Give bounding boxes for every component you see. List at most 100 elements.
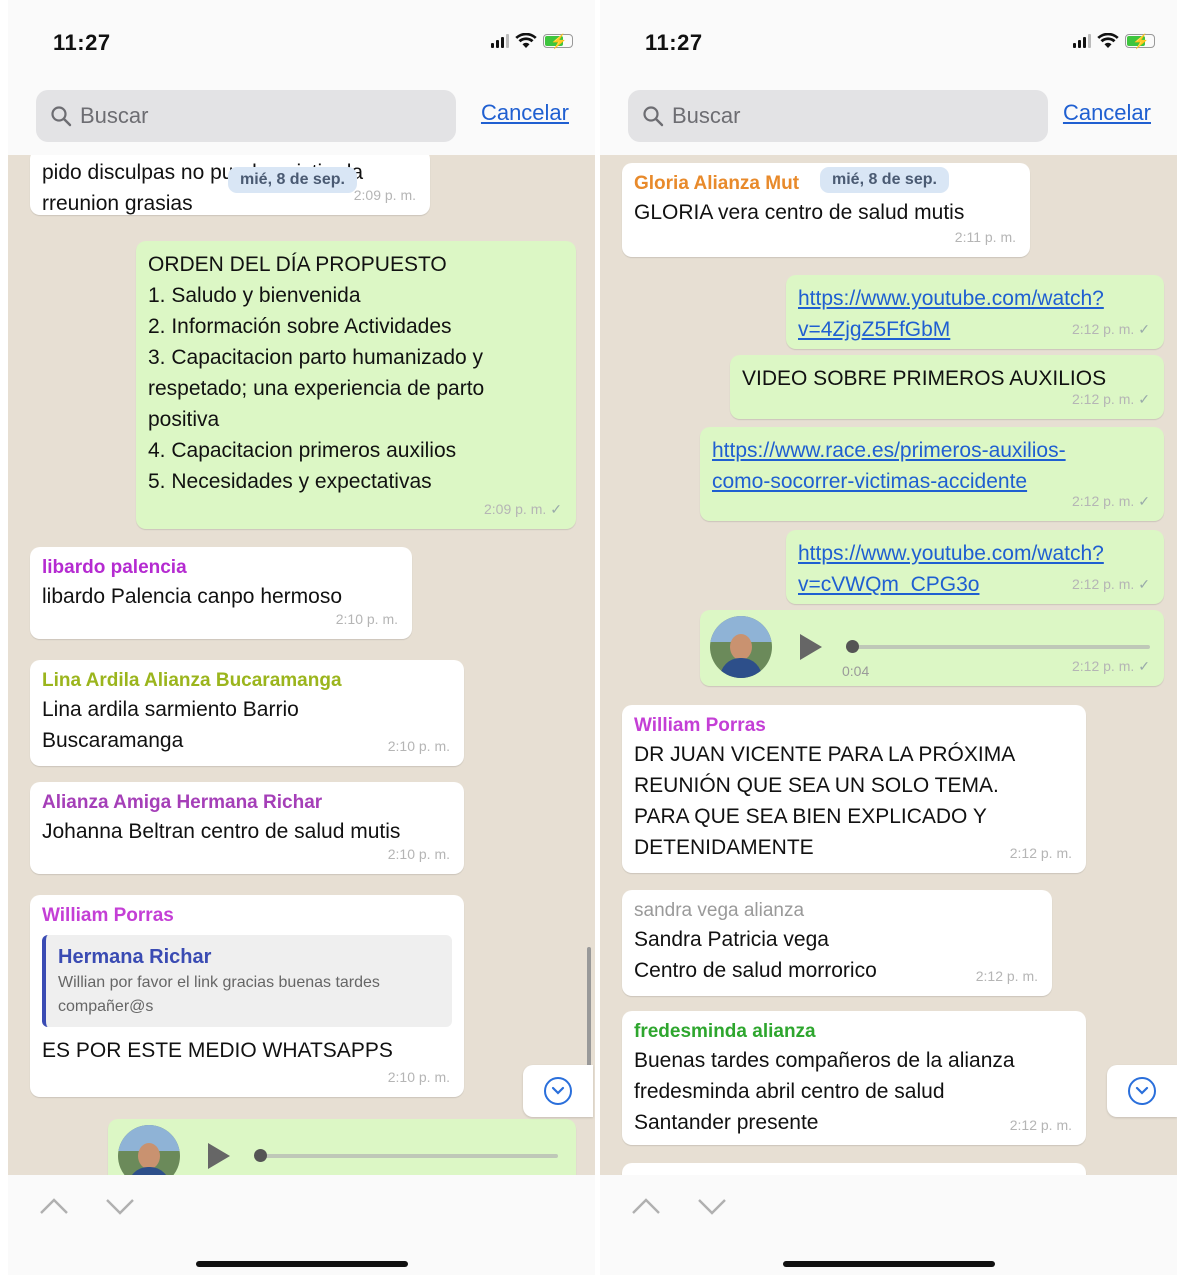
search-input[interactable]: Buscar <box>628 90 1048 142</box>
chevron-down-icon <box>544 1077 572 1105</box>
message-time: 2:12 p. m. <box>975 968 1038 984</box>
battery-icon: ⚡ <box>543 33 573 49</box>
message-link[interactable]: https://www.youtube.com/watch? <box>798 538 1152 569</box>
message-incoming[interactable]: Lina Ardila Alianza Bucaramanga Lina ard… <box>30 660 464 766</box>
chat-area[interactable]: Gloria Alianza Mut GLORIA vera centro de… <box>600 155 1177 1175</box>
play-icon[interactable] <box>800 634 822 660</box>
search-icon <box>643 106 664 127</box>
message-time: 2:12 p. m. ✓ <box>1072 576 1150 592</box>
message-outgoing[interactable]: ORDEN DEL DÍA PROPUESTO 1. Saludo y bien… <box>136 241 576 529</box>
message-sender[interactable]: sandra vega alianza <box>634 898 1040 924</box>
message-time: 2:10 p. m. <box>387 738 450 754</box>
message-incoming[interactable]: libardo palencia libardo Palencia canpo … <box>30 547 412 639</box>
date-chip: mié, 8 de sep. <box>228 167 357 193</box>
chevron-up-icon[interactable] <box>630 1195 662 1217</box>
status-time: 11:27 <box>645 30 703 55</box>
audio-progress[interactable] <box>846 640 1150 653</box>
message-text: Lina ardila sarmiento Barrio <box>42 698 299 721</box>
message-sender[interactable]: Alianza Amiga Hermana Richar <box>42 790 452 816</box>
signal-icon <box>491 34 509 48</box>
message-line: 1. Saludo y bienvenida <box>148 284 361 307</box>
message-line: DETENIDAMENTE <box>634 836 814 859</box>
message-link[interactable]: https://www.youtube.com/watch? <box>798 283 1152 314</box>
search-input[interactable]: Buscar <box>36 90 456 142</box>
audio-duration: 0:04 <box>842 663 870 679</box>
message-time: 2:12 p. m. ✓ <box>1072 321 1150 337</box>
search-row: Buscar Cancelar <box>8 90 595 146</box>
message-incoming[interactable]: fredesminda alianza Buenas tardes compañ… <box>622 1011 1086 1145</box>
play-icon[interactable] <box>208 1143 230 1169</box>
audio-scrubber[interactable] <box>254 1149 267 1162</box>
status-icons: ⚡ <box>491 33 573 49</box>
checkmark-icon: ✓ <box>1138 493 1150 509</box>
message-line: fredesminda abril centro de salud <box>634 1080 945 1103</box>
message-sender[interactable]: fredesminda alianza <box>634 1019 1074 1045</box>
checkmark-icon: ✓ <box>1138 391 1150 407</box>
message-time: 2:10 p. m. <box>335 611 398 627</box>
message-incoming-partial[interactable] <box>622 1163 1086 1175</box>
signal-icon <box>1073 34 1091 48</box>
message-line: 3. Capacitacion parto humanizado y <box>148 346 484 369</box>
avatar <box>118 1125 180 1175</box>
avatar <box>710 616 772 678</box>
scroll-down-button[interactable] <box>1107 1065 1177 1117</box>
wifi-icon <box>515 33 537 48</box>
message-time: 2:12 p. m. <box>1009 1117 1072 1133</box>
message-time: 2:09 p. m. ✓ <box>484 501 562 517</box>
battery-icon: ⚡ <box>1125 33 1155 49</box>
message-line: Buenas tardes compañeros de la alianza <box>634 1049 1015 1072</box>
quoted-text: Willian por favor el link gracias buenas… <box>58 974 380 1015</box>
message-incoming[interactable]: Alianza Amiga Hermana Richar Johanna Bel… <box>30 782 464 874</box>
message-line: respetado; una experiencia de parto <box>148 377 485 400</box>
message-incoming[interactable]: sandra vega alianza Sandra Patricia vega… <box>622 890 1052 996</box>
chevron-up-icon[interactable] <box>38 1195 70 1217</box>
quoted-message[interactable]: Hermana Richar Willian por favor el link… <box>42 935 452 1027</box>
checkmark-icon: ✓ <box>550 501 562 517</box>
message-line: Santander presente <box>634 1111 819 1134</box>
message-line: PARA QUE SEA BIEN EXPLICADO Y <box>634 805 987 828</box>
audio-message[interactable]: 0:04 2:12 p. m. ✓ <box>700 610 1164 686</box>
scroll-down-button[interactable] <box>523 1065 593 1117</box>
message-time: 2:10 p. m. <box>387 1069 450 1085</box>
search-nav <box>38 1195 136 1217</box>
message-sender[interactable]: William Porras <box>634 713 1074 739</box>
message-sender[interactable]: Lina Ardila Alianza Bucaramanga <box>42 668 452 694</box>
message-link[interactable]: https://www.race.es/primeros-auxilios- <box>712 435 1152 466</box>
audio-scrubber[interactable] <box>846 640 859 653</box>
home-indicator[interactable] <box>195 1261 408 1267</box>
message-outgoing[interactable]: VIDEO SOBRE PRIMEROS AUXILIOS 2:12 p. m.… <box>730 355 1164 419</box>
message-line: REUNIÓN QUE SEA UN SOLO TEMA. <box>634 774 999 797</box>
message-outgoing[interactable]: https://www.youtube.com/watch? v=cVWQm_C… <box>786 530 1164 604</box>
home-indicator[interactable] <box>782 1261 995 1267</box>
quoted-sender: Hermana Richar <box>58 946 212 968</box>
message-outgoing[interactable]: https://www.race.es/primeros-auxilios- c… <box>700 427 1164 521</box>
search-icon <box>51 106 72 127</box>
cancel-button[interactable]: Cancelar <box>481 100 569 126</box>
chat-area[interactable]: pido disculpas no puede asistir ala rreu… <box>8 155 595 1175</box>
message-sender[interactable]: William Porras <box>42 903 452 929</box>
message-sender[interactable]: libardo palencia <box>42 555 400 581</box>
message-line: 5. Necesidades y expectativas <box>148 470 432 493</box>
audio-message[interactable] <box>108 1119 576 1175</box>
phone-left: 11:27 ⚡ Buscar Cancelar pido disculpas n… <box>8 0 595 1275</box>
audio-progress[interactable] <box>254 1149 558 1162</box>
message-incoming[interactable]: William Porras Hermana Richar Willian po… <box>30 895 464 1097</box>
message-outgoing[interactable]: https://www.youtube.com/watch? v=4ZjgZ5F… <box>786 275 1164 349</box>
search-nav <box>630 1195 728 1217</box>
checkmark-icon: ✓ <box>1138 321 1150 337</box>
phone-right: 11:27 ⚡ Buscar Cancelar Gloria Alianza M… <box>600 0 1177 1275</box>
search-placeholder: Buscar <box>672 103 741 128</box>
message-line: 4. Capacitacion primeros auxilios <box>148 439 457 462</box>
cancel-button[interactable]: Cancelar <box>1063 100 1151 126</box>
message-time: 2:10 p. m. <box>387 846 450 862</box>
audio-player[interactable] <box>118 1125 566 1175</box>
bottom-bar <box>600 1175 1177 1275</box>
chevron-down-icon[interactable] <box>104 1195 136 1217</box>
chevron-down-icon[interactable] <box>696 1195 728 1217</box>
message-incoming[interactable]: William Porras DR JUAN VICENTE PARA LA P… <box>622 705 1086 873</box>
message-line: ORDEN DEL DÍA PROPUESTO <box>148 253 447 276</box>
message-line: positiva <box>148 408 220 431</box>
search-row: Buscar Cancelar <box>600 90 1177 146</box>
chevron-down-icon <box>1128 1077 1156 1105</box>
checkmark-icon: ✓ <box>1138 576 1150 592</box>
